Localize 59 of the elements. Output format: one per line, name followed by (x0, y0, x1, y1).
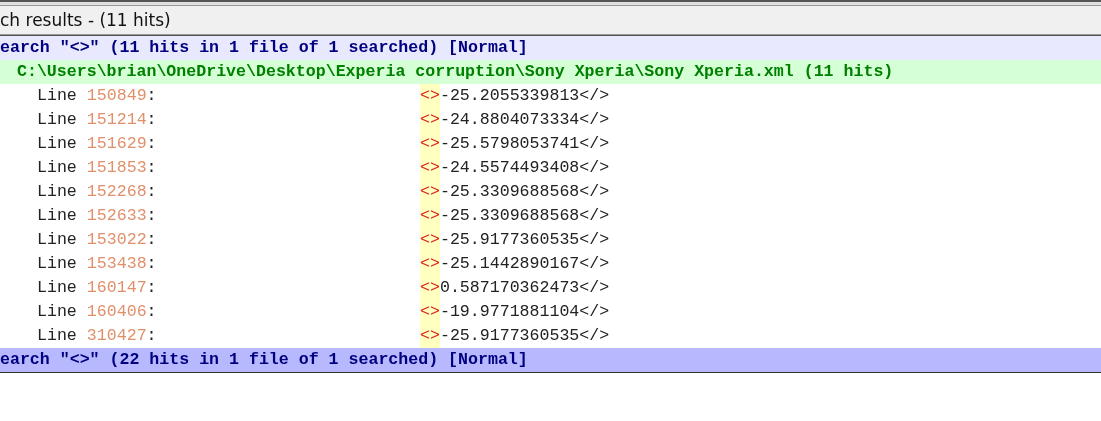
colon: : (146, 301, 157, 323)
colon: : (146, 229, 157, 251)
match-highlight: <> (420, 324, 440, 348)
match-highlight: <> (420, 180, 440, 204)
match-highlight: <> (420, 108, 440, 132)
match-text: -25.9177360535</> (439, 325, 610, 347)
panel-title: ch results - (11 hits) (0, 10, 171, 30)
line-label: Line (37, 133, 77, 155)
match-text: -25.5798053741</> (439, 133, 610, 155)
line-label: Line (37, 157, 77, 179)
file-path-row[interactable]: C:\Users\brian\OneDrive\Desktop\Experia corruption\Sony Xperia\Sony Xperia.xml (11 hits) (0, 60, 1101, 84)
line-number[interactable]: 153438 (86, 252, 147, 276)
line-number[interactable]: 160406 (86, 300, 147, 324)
colon: : (146, 253, 157, 275)
line-label: Line (37, 85, 77, 107)
line-number[interactable]: 151214 (86, 108, 147, 132)
line-label: Line (37, 205, 77, 227)
line-label: Line (37, 109, 77, 131)
line-number[interactable]: 152268 (86, 180, 147, 204)
match-text: -24.8804073334</> (439, 109, 610, 131)
match-highlight: <> (420, 84, 440, 108)
match-highlight: <> (420, 228, 440, 252)
line-number[interactable]: 152633 (86, 204, 147, 228)
line-number[interactable]: 310427 (86, 324, 147, 348)
line-label: Line (37, 277, 77, 299)
colon: : (146, 325, 157, 347)
colon: : (146, 181, 157, 203)
line-label: Line (37, 229, 77, 251)
match-text: -25.2055339813</> (439, 85, 610, 107)
line-label: Line (37, 325, 77, 347)
line-label: Line (37, 253, 77, 275)
search-header-row[interactable]: earch "<>" (22 hits in 1 file of 1 searched) [Normal] (0, 348, 1101, 373)
match-text: -25.3309688568</> (439, 205, 610, 227)
colon: : (146, 85, 157, 107)
match-text: -25.9177360535</> (439, 229, 610, 251)
line-label: Line (37, 301, 77, 323)
match-highlight: <> (420, 156, 440, 180)
match-text: -25.1442890167</> (439, 253, 610, 275)
match-highlight: <> (420, 204, 440, 228)
match-highlight: <> (420, 252, 440, 276)
match-text: -24.5574493408</> (439, 157, 610, 179)
match-highlight: <> (420, 300, 440, 324)
colon: : (146, 109, 157, 131)
line-number[interactable]: 153022 (86, 228, 147, 252)
colon: : (146, 277, 157, 299)
search-header-row[interactable]: earch "<>" (11 hits in 1 file of 1 searched) [Normal] (0, 36, 1101, 60)
line-number[interactable]: 151853 (86, 156, 147, 180)
match-highlight: <> (420, 276, 440, 300)
line-number[interactable]: 151629 (86, 132, 147, 156)
line-label: Line (37, 181, 77, 203)
colon: : (146, 133, 157, 155)
match-highlight: <> (420, 132, 440, 156)
match-text: 0.587170362473</> (439, 277, 610, 299)
colon: : (146, 205, 157, 227)
line-number[interactable]: 160147 (86, 276, 147, 300)
line-number[interactable]: 150849 (86, 84, 147, 108)
match-text: -25.3309688568</> (439, 181, 610, 203)
colon: : (146, 157, 157, 179)
match-text: -19.9771881104</> (439, 301, 610, 323)
